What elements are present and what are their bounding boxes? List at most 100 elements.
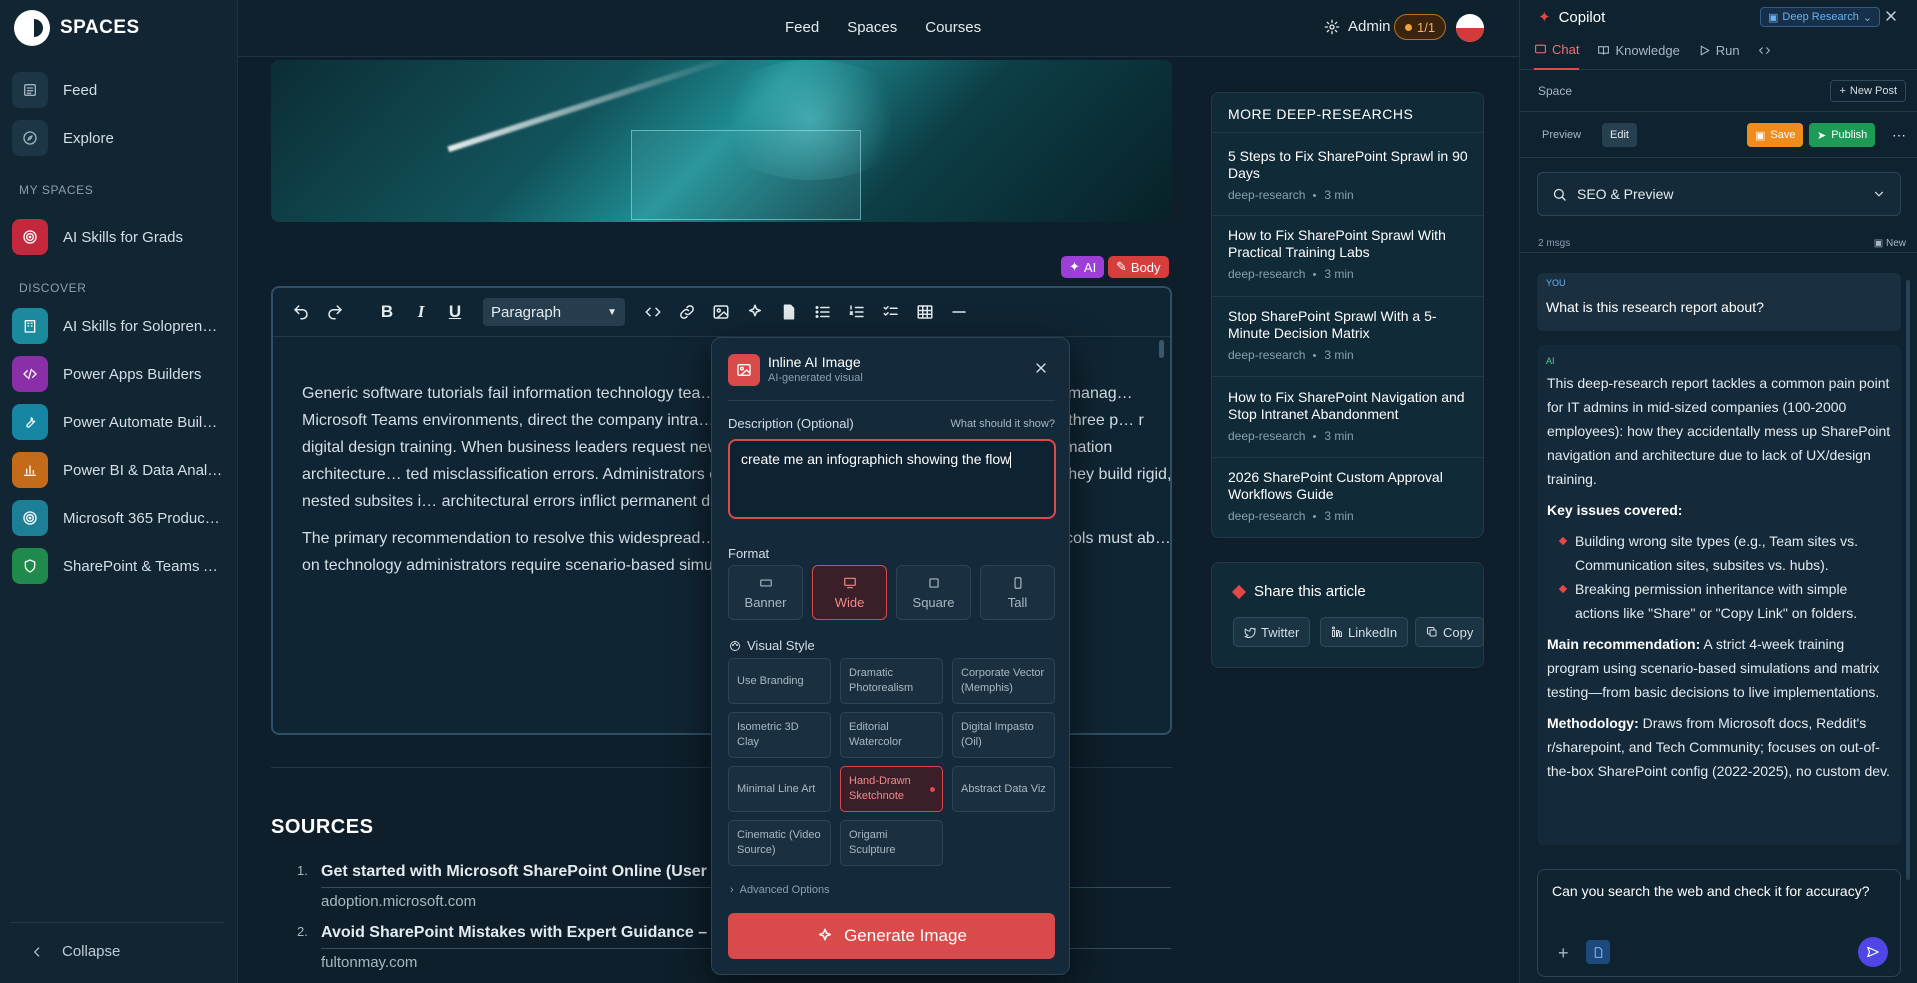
style-dramatic-photorealism[interactable]: Dramatic Photorealism xyxy=(840,658,943,704)
seo-preview-dropdown[interactable]: SEO & Preview xyxy=(1537,172,1901,216)
close-icon[interactable] xyxy=(1033,360,1049,376)
bold-icon[interactable]: B xyxy=(375,300,399,324)
tab-chat[interactable]: Chat xyxy=(1534,32,1580,70)
block-type-select[interactable]: Paragraph ▼ xyxy=(483,298,625,326)
checklist-icon[interactable] xyxy=(879,300,903,324)
new-chat-button[interactable]: ▣ New xyxy=(1874,238,1906,249)
style-use-branding[interactable]: Use Branding xyxy=(728,658,831,704)
bullet-list-icon[interactable] xyxy=(811,300,835,324)
palette-icon xyxy=(729,640,741,652)
numbered-list-icon[interactable] xyxy=(845,300,869,324)
save-button[interactable]: ▣ Save xyxy=(1747,123,1804,147)
admin-button[interactable]: Admin xyxy=(1324,18,1391,35)
style-digital-impasto[interactable]: Digital Impasto (Oil) xyxy=(952,712,1055,758)
chat-scrollbar[interactable] xyxy=(1906,280,1910,880)
style-corporate-vector[interactable]: Corporate Vector (Memphis) xyxy=(952,658,1055,704)
nav-link-courses[interactable]: Courses xyxy=(925,19,981,36)
file-icon[interactable] xyxy=(777,300,801,324)
italic-icon[interactable]: I xyxy=(409,300,433,324)
share-copy-button[interactable]: Copy xyxy=(1415,617,1485,647)
collapse-button[interactable]: Collapse xyxy=(10,922,224,960)
sidebar: SPACES Feed Explore MY SPACES AI Skills … xyxy=(0,0,238,983)
new-post-button[interactable]: + New Post xyxy=(1830,80,1906,102)
style-label: Cinematic (Video Source) xyxy=(737,829,821,856)
sidebar-item-power-automate[interactable]: Power Automate Builders xyxy=(12,404,227,440)
style-origami[interactable]: Origami Sculpture xyxy=(840,820,943,866)
linkedin-label: LinkedIn xyxy=(1348,624,1398,640)
link-icon[interactable] xyxy=(675,300,699,324)
copilot-title: ✦ Copilot xyxy=(1538,8,1606,27)
sidebar-item-ai-skills-grads[interactable]: AI Skills for Grads xyxy=(12,219,227,255)
ai-image-icon[interactable] xyxy=(743,300,767,324)
list-item[interactable]: Stop SharePoint Sprawl With a 5-Minute D… xyxy=(1228,308,1473,362)
style-label: Dramatic Photorealism xyxy=(849,667,914,694)
sidebar-item-power-bi[interactable]: Power BI & Data Analytics xyxy=(12,452,227,488)
generate-image-button[interactable]: Generate Image xyxy=(728,913,1055,959)
image-icon[interactable] xyxy=(709,300,733,324)
style-hand-drawn-sketchnote[interactable]: Hand-Drawn Sketchnote xyxy=(840,766,943,812)
description-input[interactable]: create me an infographich showing the fl… xyxy=(728,439,1056,519)
style-minimal-line-art[interactable]: Minimal Line Art xyxy=(728,766,831,812)
target-icon xyxy=(12,219,48,255)
sidebar-item-m365[interactable]: Microsoft 365 Productivity xyxy=(12,500,227,536)
sidebar-item-explore[interactable]: Explore xyxy=(12,120,227,156)
tab-run[interactable]: Run xyxy=(1698,32,1740,70)
chat-input[interactable]: Can you search the web and check it for … xyxy=(1537,869,1901,977)
underline-icon[interactable]: U xyxy=(443,300,467,324)
nav-link-spaces[interactable]: Spaces xyxy=(847,19,897,36)
chevron-left-icon xyxy=(30,945,44,959)
list-item[interactable]: How to Fix SharePoint Sprawl With Practi… xyxy=(1228,227,1473,281)
format-tall[interactable]: Tall xyxy=(980,565,1055,620)
list-item[interactable]: 5 Steps to Fix SharePoint Sprawl in 90 D… xyxy=(1228,148,1473,202)
tab-code[interactable] xyxy=(1758,32,1771,70)
share-linkedin-button[interactable]: LinkedIn xyxy=(1320,617,1409,647)
source-number: 2. xyxy=(297,924,308,939)
sidebar-item-sharepoint-teams[interactable]: SharePoint & Teams Admins xyxy=(12,548,227,584)
body-badge[interactable]: ✎ Body xyxy=(1108,256,1169,278)
source-title[interactable]: Avoid SharePoint Mistakes with Expert Gu… xyxy=(321,924,707,942)
ai-badge[interactable]: ✦ AI xyxy=(1061,256,1105,278)
list-item[interactable]: 2026 SharePoint Custom Approval Workflow… xyxy=(1228,469,1473,523)
more-options-icon[interactable]: ⋯ xyxy=(1884,123,1914,147)
code-icon[interactable] xyxy=(641,300,665,324)
copilot-title-text: Copilot xyxy=(1558,8,1606,26)
item-time: 3 min xyxy=(1324,429,1354,443)
description-hint: What should it show? xyxy=(950,418,1055,430)
send-button[interactable] xyxy=(1858,937,1888,967)
sidebar-item-power-apps[interactable]: Power Apps Builders xyxy=(12,356,227,392)
avatar[interactable] xyxy=(1456,14,1484,42)
style-editorial-watercolor[interactable]: Editorial Watercolor xyxy=(840,712,943,758)
style-cinematic[interactable]: Cinematic (Video Source) xyxy=(728,820,831,866)
editor-scrollbar[interactable] xyxy=(1159,340,1164,358)
undo-icon[interactable] xyxy=(289,300,313,324)
format-square[interactable]: Square xyxy=(896,565,971,620)
sidebar-item-ai-skills-solopreneurs[interactable]: AI Skills for Solopreneurs xyxy=(12,308,227,344)
mode-select[interactable]: ▣ Deep Research ⌄ xyxy=(1760,7,1881,27)
advanced-options-toggle[interactable]: › Advanced Options xyxy=(730,884,830,896)
redo-icon[interactable] xyxy=(323,300,347,324)
item-time: 3 min xyxy=(1324,267,1354,281)
format-label-text: Square xyxy=(912,594,955,610)
nav-link-feed[interactable]: Feed xyxy=(785,19,819,36)
source-title[interactable]: Get started with Microsoft SharePoint On… xyxy=(321,863,707,881)
preview-button[interactable]: Preview xyxy=(1534,123,1589,147)
list-item[interactable]: How to Fix SharePoint Navigation and Sto… xyxy=(1228,389,1473,443)
document-icon[interactable] xyxy=(1586,940,1610,964)
close-icon[interactable] xyxy=(1883,8,1899,24)
tab-knowledge[interactable]: Knowledge xyxy=(1597,32,1680,70)
share-twitter-button[interactable]: Twitter xyxy=(1233,617,1311,647)
app-logo[interactable]: SPACES xyxy=(14,10,140,46)
publish-button[interactable]: ➤ Publish xyxy=(1809,123,1876,147)
credits-badge[interactable]: 1/1 xyxy=(1394,14,1447,40)
style-isometric-clay[interactable]: Isometric 3D Clay xyxy=(728,712,831,758)
edit-button[interactable]: Edit xyxy=(1602,123,1637,147)
style-abstract-data-viz[interactable]: Abstract Data Viz xyxy=(952,766,1055,812)
horizontal-rule-icon[interactable] xyxy=(947,300,971,324)
plus-icon[interactable]: + xyxy=(1558,943,1569,964)
format-wide[interactable]: Wide xyxy=(812,565,887,620)
format-banner[interactable]: Banner xyxy=(728,565,803,620)
sidebar-item-feed[interactable]: Feed xyxy=(12,72,227,108)
table-icon[interactable] xyxy=(913,300,937,324)
style-label: Isometric 3D Clay xyxy=(737,721,799,748)
list-item: Building wrong site types (e.g., Team si… xyxy=(1575,529,1891,577)
